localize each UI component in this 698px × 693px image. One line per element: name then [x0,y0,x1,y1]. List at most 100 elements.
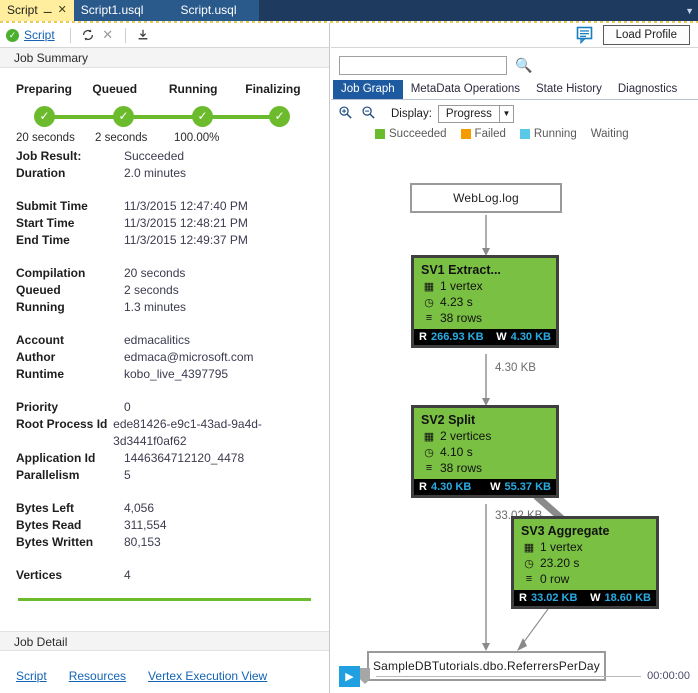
vertex-rows-row: ≡ 0 row [514,572,656,588]
vertex-rows: 38 rows [440,461,482,475]
refresh-icon[interactable] [78,25,98,45]
graph-input-node[interactable]: WebLog.log [410,183,562,213]
search-icon[interactable]: 🔍 [515,57,532,74]
legend-label: Succeeded [389,128,447,140]
summary-group-identity: Account edmacalitics Author edmaca@micro… [16,332,313,383]
graph-search-row: 🔍 [331,48,698,81]
edge-label-sv1-sv2: 4.30 KB [495,362,536,374]
chevron-down-icon[interactable]: ▼ [685,0,698,21]
read-value: 33.02 KB [531,592,577,604]
spacer [475,481,486,493]
job-detail-link-vertex-execution-view[interactable]: Vertex Execution View [148,669,267,683]
cancel-icon[interactable]: ✕ [98,25,118,45]
display-mode-select[interactable]: Progress ▼ [438,105,514,123]
summary-value: 11/3/2015 12:49:37 PM [124,232,248,249]
summary-value: ede81426-e9c1-43ad-9a4d-3d3441f0af62 [113,416,313,450]
zoom-out-icon[interactable] [360,105,377,123]
play-icon[interactable]: ▶ [339,666,360,687]
summary-row-account: Account edmacalitics [16,332,313,349]
spacer [16,551,313,563]
vertex-count-row: ▦ 2 vertices [414,429,556,445]
graph-playback-bar: ▶ 00:00:00 [331,663,698,689]
vertex-duration-row: ◷ 4.23 s [414,295,556,311]
summary-row-bytes-left: Bytes Left 4,056 [16,500,313,517]
legend-swatch-failed [461,129,471,139]
read-value: 4.30 KB [431,481,471,493]
stage-dot-preparing: ✓ [34,106,55,127]
summary-row-runtime: Runtime kobo_live_4397795 [16,366,313,383]
toolbar-divider-2 [125,28,126,43]
summary-row-running: Running 1.3 minutes [16,299,313,316]
job-detail-link-script[interactable]: Script [16,669,47,683]
document-tab-script1-usql[interactable]: Script1.usql [74,0,174,21]
write-label: W [496,331,506,343]
summary-key: Vertices [16,567,124,584]
summary-row-submit-time: Submit Time 11/3/2015 12:47:40 PM [16,198,313,215]
timeline-slider-track[interactable] [376,676,641,677]
summary-key: Account [16,332,124,349]
chevron-down-icon[interactable]: ▼ [499,106,513,122]
summary-value: 4,056 [124,500,154,517]
pin-icon[interactable]: ⚊ [43,0,53,21]
tab-diagnostics[interactable]: Diagnostics [610,80,685,99]
stage-label-row: Preparing Queued Running Finalizing [16,82,313,96]
summary-key: Root Process Id [16,416,113,450]
summary-row-bytes-read: Bytes Read 311,554 [16,517,313,534]
stage-label-finalizing: Finalizing [245,82,313,96]
summary-key: Bytes Read [16,517,124,534]
vertex-rows: 38 rows [440,311,482,325]
summary-row-start-time: Start Time 11/3/2015 12:48:21 PM [16,215,313,232]
download-icon[interactable] [133,25,153,45]
graph-vertex-node-sv3[interactable]: SV3 Aggregate ▦ 1 vertex ◷ 23.20 s ≡ 0 r… [511,516,659,609]
vertex-count-row: ▦ 1 vertex [514,540,656,556]
legend-item-succeeded: Succeeded [375,128,447,140]
summary-row-queued: Queued 2 seconds [16,282,313,299]
vertex-duration: 4.10 s [440,445,473,459]
grid-icon: ▦ [423,430,435,443]
stage-label-preparing: Preparing [16,82,92,96]
summary-key: Compilation [16,265,124,282]
vertex-count: 1 vertex [540,540,583,554]
document-tab-label: Script [7,0,38,21]
zoom-in-icon[interactable] [337,105,354,123]
summary-value: Succeeded [124,148,184,165]
vertex-duration: 4.23 s [440,295,473,309]
stage-time-running: 100.00% [174,132,219,144]
job-detail-link-resources[interactable]: Resources [69,669,126,683]
vertex-count: 2 vertices [440,429,491,443]
spacer [16,316,313,328]
search-input[interactable] [339,56,507,75]
legend-item-waiting: Waiting [591,128,629,140]
read-value: 266.93 KB [431,331,484,343]
script-link[interactable]: Script [24,28,55,42]
legend-label: Failed [475,128,506,140]
summary-row-compilation: Compilation 20 seconds [16,265,313,282]
legend-label: Waiting [591,128,629,140]
display-label: Display: [391,108,432,120]
document-tab-script[interactable]: Script ⚊ ✕ [0,0,74,21]
tab-state-history[interactable]: State History [528,80,610,99]
summary-key: Duration [16,165,124,182]
summary-key: Parallelism [16,467,124,484]
vertex-io-footer: R 33.02 KB W 18.60 KB [514,590,656,606]
job-graph-canvas[interactable]: WebLog.log SV1 Extract... ▦ 1 vertex ◷ 4… [331,148,698,658]
summary-key: Submit Time [16,198,124,215]
document-tab-script-usql[interactable]: Script.usql [173,0,258,21]
timeline-slider-thumb[interactable] [360,668,370,684]
graph-vertex-node-sv2[interactable]: SV2 Split ▦ 2 vertices ◷ 4.10 s ≡ 38 row… [411,405,559,498]
comment-icon[interactable] [575,26,595,44]
close-icon[interactable]: ✕ [58,0,67,21]
spacer [488,331,493,343]
stage-dot-running: ✓ [192,106,213,127]
tab-job-graph[interactable]: Job Graph [333,80,403,99]
load-profile-button[interactable]: Load Profile [603,25,690,45]
left-toolbar: ✓ Script ✕ [0,23,329,48]
clock-icon: ◷ [423,446,435,459]
job-summary-pane: ✓ Script ✕ Job Summary [0,23,330,693]
stage-dot-finalizing: ✓ [269,106,290,127]
progress-stages: Preparing Queued Running Finalizing ✓ ✓ … [16,82,313,144]
tab-metadata-operations[interactable]: MetaData Operations [403,80,528,99]
graph-vertex-node-sv1[interactable]: SV1 Extract... ▦ 1 vertex ◷ 4.23 s ≡ 38 … [411,255,559,348]
document-tab-label: Script.usql [180,0,236,21]
legend-item-running: Running [520,128,577,140]
